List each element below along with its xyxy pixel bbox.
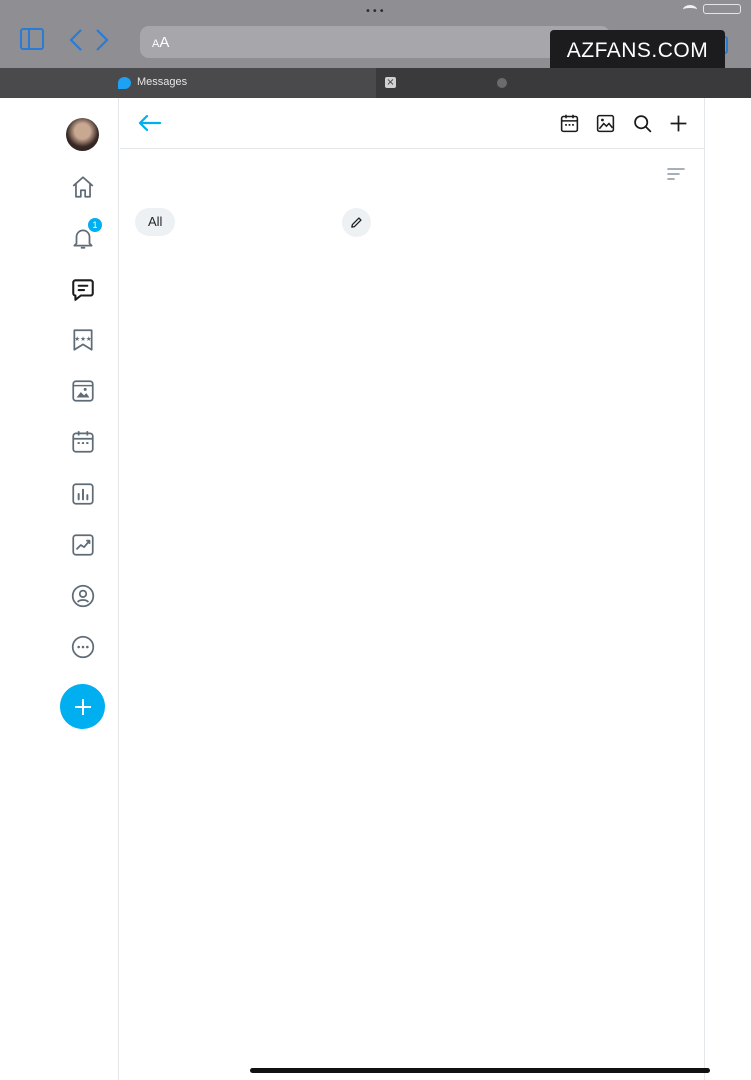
pencil-icon: [351, 217, 362, 228]
plus-icon: [74, 698, 91, 715]
image-icon: [596, 114, 614, 132]
home-icon: [72, 175, 93, 198]
sidebar-item-vault[interactable]: [68, 376, 97, 405]
profile-icon: [71, 584, 94, 607]
messages-panel: All: [120, 98, 705, 1080]
trend-chart-icon: [71, 533, 94, 556]
media-button[interactable]: [594, 112, 616, 134]
more-icon: [71, 635, 94, 658]
sidebar-item-my-profile[interactable]: [68, 581, 97, 610]
status-indicator: •••: [365, 6, 386, 17]
sidebar-toggle-icon[interactable]: [20, 28, 44, 50]
filter-chip-all[interactable]: All: [135, 208, 176, 236]
calendar-icon: [71, 430, 94, 453]
left-sidebar: 1 ★★★: [0, 98, 119, 1080]
bookmark-stars-icon: ★★★: [72, 328, 93, 351]
home-indicator: [250, 1068, 710, 1073]
tab-strip: Messages ×: [0, 68, 751, 98]
sidebar-item-more[interactable]: [68, 632, 97, 661]
tab-messages[interactable]: Messages: [0, 68, 376, 98]
reader-options-button[interactable]: AA: [152, 34, 169, 51]
address-bar[interactable]: AA: [140, 26, 610, 58]
svg-text:★★★: ★★★: [74, 335, 92, 343]
search-button[interactable]: [631, 112, 653, 134]
sidebar-item-statements[interactable]: [68, 479, 97, 508]
sidebar-item-messages[interactable]: [68, 274, 97, 303]
sidebar-item-collections[interactable]: ★★★: [68, 325, 97, 354]
tab-title: Messages: [137, 76, 188, 88]
favicon-icon: [118, 77, 131, 89]
sort-button[interactable]: [666, 166, 686, 182]
avatar[interactable]: [66, 118, 99, 151]
notification-badge: 1: [88, 218, 102, 232]
battery-icon: [703, 4, 741, 14]
search-icon: [633, 114, 651, 132]
edit-lists-button[interactable]: [342, 208, 371, 237]
calendar-icon: [560, 114, 578, 132]
message-icon: [71, 278, 94, 301]
new-post-button[interactable]: [60, 684, 105, 729]
chevron-left-icon: [69, 29, 82, 51]
sidebar-item-queue[interactable]: [68, 427, 97, 456]
status-bar-icons: [683, 4, 741, 14]
chevron-right-icon: [96, 29, 109, 51]
browser-back-button[interactable]: [64, 28, 88, 52]
second-tab-favicon-icon[interactable]: [497, 78, 507, 88]
sidebar-item-notifications[interactable]: 1: [68, 218, 102, 252]
scheduled-messages-button[interactable]: [558, 112, 580, 134]
arrow-left-icon: [138, 114, 162, 132]
watermark: AZFANS.COM: [550, 30, 725, 72]
back-button[interactable]: [136, 112, 162, 134]
messages-header: [120, 98, 705, 149]
browser-forward-button[interactable]: [90, 28, 114, 52]
plus-icon: [670, 115, 686, 131]
browser-toolbar: ••• AA AZFANS.COM: [0, 0, 751, 72]
new-message-button[interactable]: [667, 112, 689, 134]
sort-icon: [667, 168, 685, 180]
tab-close-icon[interactable]: ×: [385, 77, 396, 88]
sidebar-item-statistics[interactable]: [68, 530, 97, 559]
bar-chart-icon: [71, 482, 94, 505]
wifi-icon: [683, 4, 697, 14]
image-icon: [71, 379, 94, 402]
sidebar-item-home[interactable]: [68, 172, 97, 201]
